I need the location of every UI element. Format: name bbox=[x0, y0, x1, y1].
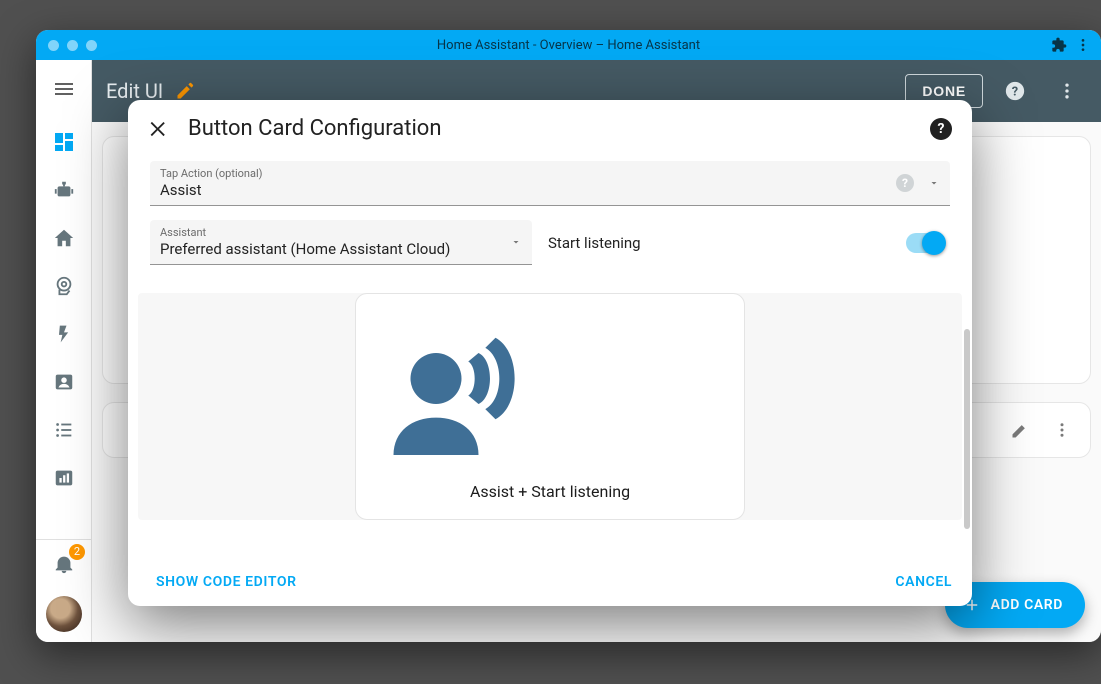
head-cog-icon bbox=[53, 275, 75, 297]
notification-badge: 2 bbox=[69, 544, 85, 560]
sidebar-item-overview[interactable] bbox=[36, 118, 91, 166]
show-code-editor-button[interactable]: SHOW CODE EDITOR bbox=[156, 574, 297, 590]
tap-action-select[interactable]: Tap Action (optional) Assist ? bbox=[150, 161, 950, 206]
browser-menu-icon[interactable] bbox=[1075, 37, 1091, 53]
sidebar: 2 bbox=[36, 60, 92, 642]
sidebar-item-history[interactable] bbox=[36, 454, 91, 502]
list-icon bbox=[53, 419, 75, 441]
voice-person-icon bbox=[368, 312, 732, 462]
close-icon[interactable] bbox=[148, 118, 170, 140]
dialog-title: Button Card Configuration bbox=[188, 116, 442, 141]
extensions-icon[interactable] bbox=[1051, 37, 1067, 53]
sidebar-item-notifications[interactable]: 2 bbox=[36, 540, 91, 588]
button-card-config-dialog: Button Card Configuration ? Tap Action (… bbox=[128, 100, 972, 606]
assistant-value: Preferred assistant (Home Assistant Clou… bbox=[160, 239, 522, 258]
scrollbar[interactable] bbox=[964, 329, 970, 529]
dashboard-icon bbox=[52, 130, 76, 154]
sidebar-item-logbook[interactable] bbox=[36, 262, 91, 310]
card-preview[interactable]: Assist + Start listening bbox=[355, 293, 745, 520]
sidebar-item-map[interactable] bbox=[36, 214, 91, 262]
dialog-body: Tap Action (optional) Assist ? Assistant… bbox=[128, 149, 972, 562]
flash-icon bbox=[54, 324, 74, 344]
start-listening-toggle[interactable] bbox=[906, 233, 944, 253]
traffic-lights bbox=[48, 40, 97, 51]
sidebar-item-flash[interactable] bbox=[36, 310, 91, 358]
title-bar: Home Assistant - Overview – Home Assista… bbox=[36, 30, 1101, 60]
hamburger-menu-button[interactable] bbox=[36, 60, 91, 118]
tap-action-label: Tap Action (optional) bbox=[160, 167, 940, 180]
tap-action-value: Assist bbox=[160, 180, 940, 199]
app-window: Home Assistant - Overview – Home Assista… bbox=[36, 30, 1101, 642]
chart-bar-icon bbox=[53, 467, 75, 489]
sidebar-item-list[interactable] bbox=[36, 406, 91, 454]
toggle-knob bbox=[922, 231, 946, 255]
sidebar-item-energy[interactable] bbox=[36, 166, 91, 214]
window-title: Home Assistant - Overview – Home Assista… bbox=[36, 38, 1101, 53]
dialog-header: Button Card Configuration ? bbox=[128, 100, 972, 149]
account-box-icon bbox=[53, 371, 75, 393]
card-preview-area: Assist + Start listening bbox=[138, 293, 962, 520]
chevron-down-icon bbox=[510, 236, 522, 248]
minimize-window-button[interactable] bbox=[67, 40, 78, 51]
chevron-down-icon bbox=[928, 177, 940, 189]
card-preview-caption: Assist + Start listening bbox=[368, 482, 732, 501]
close-window-button[interactable] bbox=[48, 40, 59, 51]
dialog-footer: SHOW CODE EDITOR CANCEL bbox=[128, 562, 972, 606]
maximize-window-button[interactable] bbox=[86, 40, 97, 51]
avatar[interactable] bbox=[46, 596, 82, 632]
assistant-select[interactable]: Assistant Preferred assistant (Home Assi… bbox=[150, 220, 532, 265]
robot-icon bbox=[53, 179, 75, 201]
home-icon bbox=[53, 227, 75, 249]
help-icon[interactable]: ? bbox=[930, 118, 952, 140]
cancel-button[interactable]: CANCEL bbox=[895, 574, 952, 590]
sidebar-item-person[interactable] bbox=[36, 358, 91, 406]
start-listening-label: Start listening bbox=[548, 234, 641, 252]
help-icon[interactable]: ? bbox=[896, 174, 914, 192]
assistant-label: Assistant bbox=[160, 226, 522, 239]
